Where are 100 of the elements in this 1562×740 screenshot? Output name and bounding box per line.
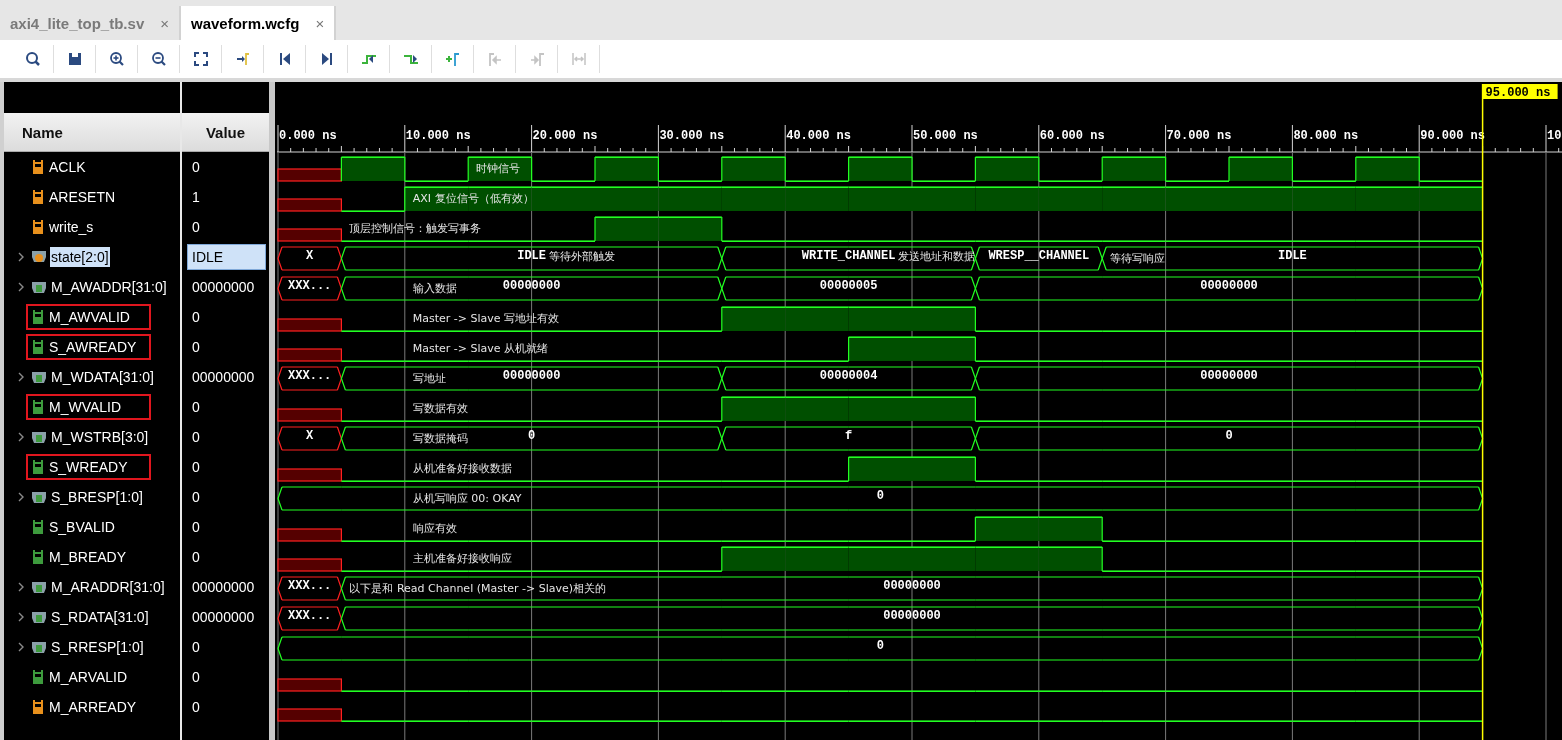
bus-value: 00000004 [819,369,878,384]
signal-name[interactable]: S_BVALID [48,517,116,537]
signal-name[interactable]: M_ARADDR[31:0] [50,577,166,597]
comment-text: 从机写响应 00: OKAY [412,492,522,505]
signal-value: 00000000 [191,578,256,597]
signal-name[interactable]: ACLK [48,157,87,177]
time-label: 20.000 ns [532,129,598,143]
comment-text: 写地址 [412,372,446,385]
signal-name[interactable]: M_WVALID [48,397,123,417]
signal-name[interactable]: write_s [48,217,95,237]
plus-bracket-icon[interactable] [444,51,461,67]
signal-name[interactable]: M_WSTRB[3:0] [50,427,150,447]
bus-value: 00000000 [502,369,561,384]
bus-value: 00000000 [502,279,561,294]
signal-value: 0 [191,158,201,177]
close-icon[interactable]: × [160,14,169,32]
zoom-out-icon[interactable] [150,51,167,67]
column-header[interactable]: Name [4,113,180,152]
expand-chevron-icon[interactable] [16,641,26,653]
time-label: 50.000 ns [913,129,978,143]
time-label: 40.000 ns [786,129,851,143]
signal-name[interactable]: ARESETN [48,187,117,207]
signal-value: 0 [191,458,201,477]
time-label: 80.000 ns [1293,129,1359,143]
time-label: 10 [1547,129,1562,143]
comment-text: 顶层控制信号：触发写事务 [349,222,482,235]
signal-value: 0 [191,428,201,447]
comment-text: 发送地址和数据 [898,250,976,263]
signal-value: 0 [191,518,201,537]
expand-chevron-icon[interactable] [16,611,26,623]
close-icon[interactable]: × [315,14,325,32]
bus-value: XXX... [288,279,332,294]
time-label: 10.000 ns [405,129,471,143]
time-label: 70.000 ns [1166,129,1232,143]
signal-name[interactable]: S_RDATA[31:0] [50,607,150,627]
cursor-label: 95.000 ns [1482,84,1558,100]
bus-value: XXX... [288,579,332,594]
signal-value: 0 [191,218,201,237]
signal-name[interactable]: M_ARREADY [48,697,138,717]
expand-chevron-icon[interactable] [16,371,26,383]
bus-value: X [306,429,314,444]
signal-value: 0 [191,698,201,717]
signal-value: 00000000 [191,608,256,627]
signal-name[interactable]: S_WREADY [48,457,129,477]
bus-value: 00000000 [883,609,941,624]
expand-chevron-icon[interactable] [16,491,26,503]
signal-value: IDLE [187,244,266,270]
bus-value: WRESP__CHANNEL [988,249,1090,264]
arrow-to-bracket-icon[interactable] [234,51,251,67]
signal-value: 0 [191,308,201,327]
signal-name[interactable]: M_WDATA[31:0] [50,367,155,387]
signal-name[interactable]: state[2:0] [50,247,110,267]
signal-value: 00000000 [191,278,256,297]
bus-value: 00000005 [819,279,878,294]
comment-text: 写数据掩码 [412,432,468,445]
bus-value: IDLE [1278,249,1307,264]
signal-name[interactable]: M_AWADDR[31:0] [50,277,168,297]
time-label: 60.000 ns [1039,129,1105,143]
comment-text: 以下是和 Read Channel (Master -> Slave)相关的 [349,582,607,595]
zoom-in-icon[interactable] [108,51,125,67]
comment-text: AXI 复位信号（低有效） [412,192,534,205]
comment-text: 写数据有效 [412,402,468,415]
bus-value: WRITE_CHANNEL [801,249,896,264]
time-label: 0.000 ns [279,129,337,143]
bus-value: X [306,249,314,264]
column-header[interactable]: Value [182,113,269,152]
bus-value: 0 [876,639,884,654]
bus-value: IDLE [517,249,546,264]
comment-text: 等待外部触发 [549,250,615,263]
bus-value: XXX... [288,609,332,624]
comment-text: Master -> Slave 写地址有效 [412,312,560,325]
tab[interactable]: waveform.wcfg × [181,6,337,40]
signal-name[interactable]: S_RRESP[1:0] [50,637,145,657]
expand-chevron-icon[interactable] [16,251,26,263]
signal-value: 0 [191,548,201,567]
expand-chevron-icon[interactable] [16,431,26,443]
expand-chevron-icon[interactable] [16,581,26,593]
bus-value: XXX... [288,369,332,384]
comment-text: 主机准备好接收响应 [412,552,512,565]
signal-name[interactable]: M_BREADY [48,547,128,567]
signal-name[interactable]: M_AWVALID [48,307,131,327]
bus-value: 0 [1225,429,1233,444]
expand-chevron-icon[interactable] [16,281,26,293]
bus-value: 00000000 [1200,279,1258,294]
comment-text: 输入数据 [412,282,457,295]
comment-text: Master -> Slave 从机就绪 [412,342,549,355]
signal-value: 00000000 [191,368,256,387]
save-icon[interactable] [66,51,83,67]
signal-value: 1 [191,188,201,207]
expand-arrows-icon[interactable] [192,51,209,67]
signal-name[interactable]: S_AWREADY [48,337,138,357]
comment-text: 等待写响应 [1110,252,1166,265]
search-icon[interactable] [24,51,41,67]
signal-name[interactable]: M_ARVALID [48,667,129,687]
signal-value: 0 [191,338,201,357]
signal-value: 0 [191,488,201,507]
signal-name[interactable]: S_BRESP[1:0] [50,487,144,507]
comment-text: 响应有效 [412,522,457,535]
signal-value: 0 [191,668,201,687]
time-label: 30.000 ns [659,129,725,143]
